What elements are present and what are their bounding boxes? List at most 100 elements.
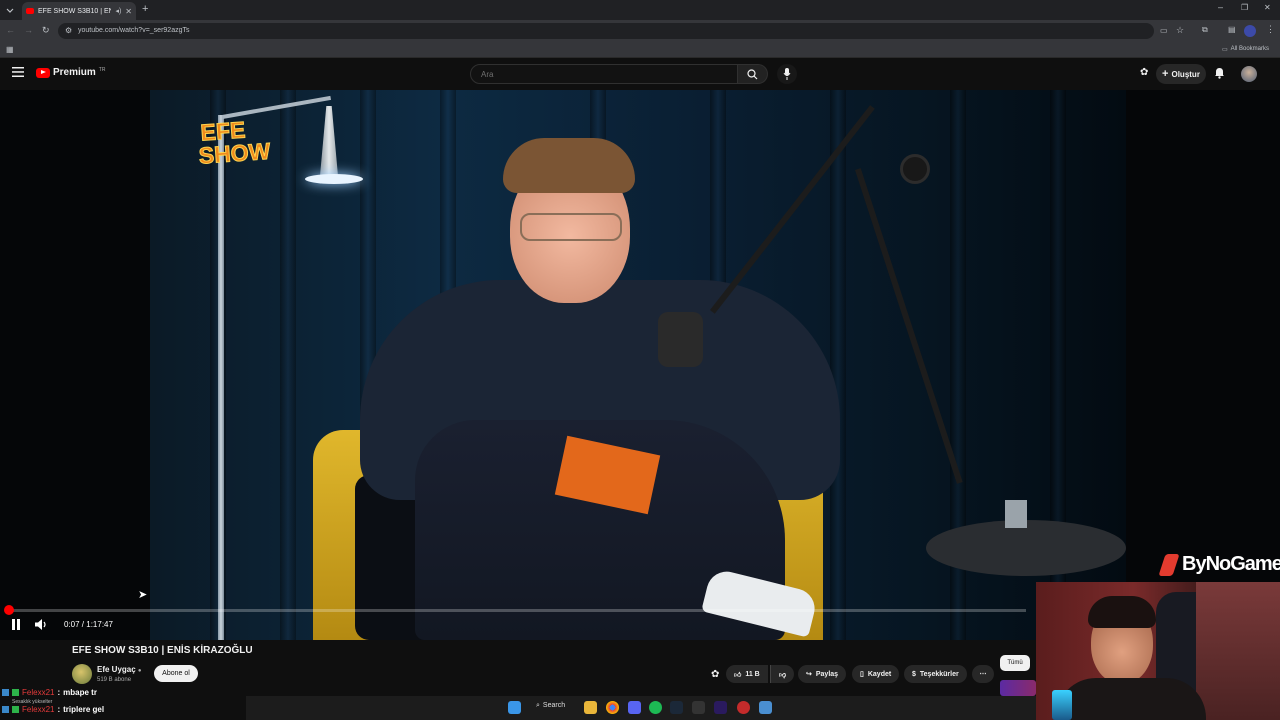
channel-avatar[interactable]	[72, 664, 92, 684]
thumbs-up-icon: 👍︎	[734, 671, 742, 679]
pause-icon	[12, 619, 20, 630]
time-current: 0:07	[64, 620, 80, 629]
back-icon[interactable]: ←	[6, 25, 15, 35]
site-info-icon[interactable]: ⚙	[65, 26, 72, 35]
search-icon: ⌕	[536, 702, 540, 709]
cup	[1052, 690, 1072, 720]
more-icon: ⋯	[979, 671, 987, 678]
minimize-icon[interactable]: –	[1218, 2, 1223, 12]
steam-icon[interactable]	[670, 701, 683, 714]
create-button[interactable]: + Oluştur	[1156, 64, 1206, 84]
youtube-logo[interactable]: Premium TR	[36, 67, 105, 78]
windows-start-icon[interactable]	[508, 701, 521, 714]
maximize-icon[interactable]: ❐	[1241, 3, 1248, 12]
extension-gear-icon[interactable]: ✿	[1140, 67, 1148, 78]
like-button[interactable]: 👍︎ 11 B	[726, 665, 768, 683]
search-button[interactable]	[738, 64, 768, 84]
hamburger-menu-icon[interactable]	[12, 67, 24, 77]
spotify-icon[interactable]	[649, 701, 662, 714]
person-hair	[503, 138, 635, 193]
app-icon[interactable]	[759, 701, 772, 714]
progress-bar[interactable]	[8, 609, 1026, 612]
more-actions-button[interactable]: ⋯	[972, 665, 994, 683]
new-tab-icon[interactable]: +	[142, 3, 148, 15]
chat-badge-icon	[2, 706, 9, 713]
pause-button[interactable]	[11, 619, 21, 630]
video-player[interactable]: EFE SHOW ➤ 0:07 / 1:17:47 ByNoGame	[0, 90, 1280, 640]
profile-avatar[interactable]	[1244, 25, 1256, 37]
browser-menu-icon[interactable]: ⋮	[1266, 24, 1275, 35]
floor-lamp	[218, 115, 224, 640]
browser-tab[interactable]: EFE SHOW S3B10 | ENİS Kİ... ◂) ✕	[22, 2, 136, 20]
taskbar-search-label: Search	[542, 702, 566, 709]
bookmark-star-icon[interactable]: ☆	[1176, 25, 1184, 36]
chrome-icon[interactable]	[606, 701, 619, 714]
video-frame	[150, 90, 1126, 640]
close-window-icon[interactable]: ✕	[1264, 3, 1271, 12]
voice-search-button[interactable]	[777, 64, 797, 84]
share-icon: ↪	[806, 671, 812, 678]
chat-text: mbape tr	[63, 688, 97, 697]
youtube-favicon-icon	[26, 8, 34, 14]
lamp-shade	[320, 106, 338, 176]
premiere-icon[interactable]	[714, 701, 727, 714]
like-count: 11 B	[745, 670, 760, 678]
taskbar-search[interactable]: ⌕ Search	[536, 702, 565, 710]
close-tab-icon[interactable]: ✕	[125, 7, 132, 16]
region-badge: TR	[98, 67, 106, 73]
super-thanks-icon: $	[912, 670, 916, 678]
youtube-play-icon	[36, 67, 50, 78]
app-icon[interactable]	[737, 701, 750, 714]
time-total: 1:17:47	[86, 620, 113, 629]
share-button[interactable]: ↪ Paylaş	[798, 665, 847, 683]
address-bar-row: ← → ↻ ⚙ youtube.com/watch?v=_ser92azgTs …	[0, 20, 1280, 42]
reload-icon[interactable]: ↻	[42, 25, 50, 36]
stream-chat-overlay: Felexx21 : mbape tr Sesaklık yükselter F…	[0, 686, 246, 718]
windows-taskbar: ⌕ Search	[246, 696, 1036, 720]
time-display: 0:07 / 1:17:47	[64, 620, 113, 629]
chat-username: Felexx21	[22, 688, 55, 697]
chat-badge-icon	[12, 689, 19, 696]
notifications-bell-icon[interactable]	[1214, 67, 1225, 79]
forward-icon[interactable]: →	[24, 25, 33, 35]
chat-message: Felexx21 : triplere gel	[2, 705, 104, 714]
channel-name[interactable]: Efe Uygaç ●	[97, 665, 142, 674]
side-table	[926, 520, 1126, 576]
scrubber-handle[interactable]	[4, 605, 14, 615]
youtube-header: Premium TR Ara ✿ + Oluştur	[0, 58, 1280, 90]
cast-icon[interactable]: ▭	[1160, 26, 1168, 35]
tab-list-icon[interactable]	[5, 5, 15, 15]
bookmark-icon: ▯	[860, 671, 864, 678]
thanks-label: Teşekkürler	[919, 670, 959, 678]
app-icon[interactable]	[692, 701, 705, 714]
logo-label: Premium	[53, 67, 96, 78]
dislike-button[interactable]: 👎︎	[770, 665, 795, 683]
extensions-icon[interactable]: ⧉	[1202, 25, 1208, 35]
mouse-cursor: ➤	[138, 589, 148, 601]
all-bookmarks[interactable]: ▭ All Bookmarks	[1222, 46, 1269, 53]
extension-action-icon[interactable]: ✿	[711, 669, 719, 680]
plus-icon: +	[1162, 68, 1169, 80]
file-explorer-icon[interactable]	[584, 701, 597, 714]
filter-chip-all[interactable]: Tümü	[1000, 655, 1030, 671]
apps-icon[interactable]: ▦	[6, 45, 14, 54]
microphone-icon	[783, 68, 791, 80]
recommended-thumbnail[interactable]	[1000, 680, 1036, 696]
save-button[interactable]: ▯ Kaydet	[852, 665, 900, 683]
shelf	[1196, 582, 1280, 720]
search-input[interactable]: Ara	[470, 64, 738, 84]
account-avatar[interactable]	[1241, 66, 1257, 82]
subscribe-button[interactable]: Abone ol	[154, 665, 198, 682]
omnibox[interactable]: ⚙ youtube.com/watch?v=_ser92azgTs ▭ ☆	[58, 23, 1184, 39]
discord-icon[interactable]	[628, 701, 641, 714]
all-bookmarks-label: All Bookmarks	[1230, 46, 1270, 52]
chat-badge-icon	[12, 706, 19, 713]
video-title: EFE SHOW S3B10 | ENİS KİRAZOĞLU	[72, 645, 253, 656]
streamer-body	[1056, 678, 1206, 720]
volume-button[interactable]	[35, 619, 48, 630]
thanks-button[interactable]: $ Teşekkürler	[904, 665, 967, 683]
browser-tab-bar: EFE SHOW S3B10 | ENİS Kİ... ◂) ✕ + – ❐ ✕	[0, 0, 1280, 20]
logo-line-2: SHOW	[197, 137, 272, 169]
sidebar-icon[interactable]: ▤	[1228, 25, 1236, 34]
tab-title: EFE SHOW S3B10 | ENİS Kİ...	[38, 7, 112, 15]
